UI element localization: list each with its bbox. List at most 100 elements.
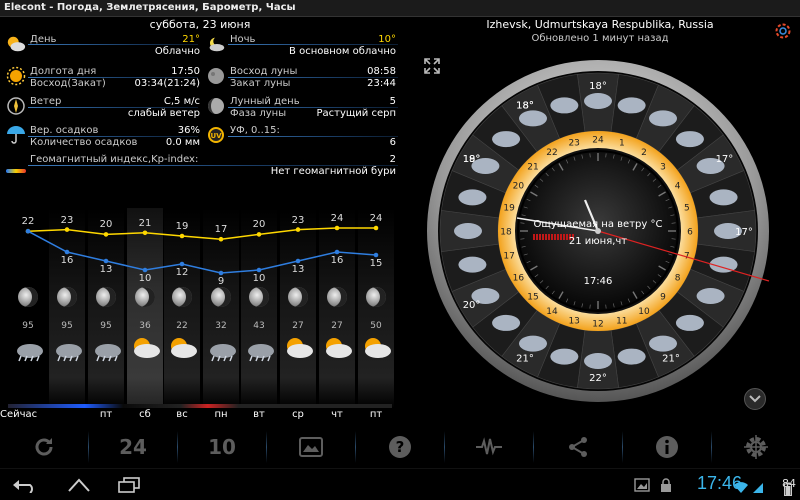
storm-cloud-icon	[519, 110, 547, 127]
refresh-icon	[35, 437, 53, 455]
high-temp-label: 19	[175, 221, 189, 232]
dial-hour-label: 19	[503, 204, 515, 214]
info-icon	[656, 435, 678, 458]
low-temp-line-point	[334, 249, 340, 255]
svg-text:UV: UV	[210, 132, 222, 140]
dial-outer-temp: 18°	[516, 101, 534, 112]
moon-phase-icon	[57, 287, 77, 307]
daylength-label: Долгота дня	[30, 66, 97, 77]
share-button[interactable]	[534, 425, 622, 468]
gallery-notification-icon[interactable]	[630, 473, 654, 497]
daylength-value: 17:50	[171, 66, 200, 77]
moonset-label: Закат луны	[230, 78, 291, 89]
uv-icon: UV	[206, 125, 226, 145]
precip-prob-value: 36%	[177, 125, 200, 136]
precip-percent: 43	[253, 321, 265, 331]
moon-phase-icon	[206, 96, 226, 116]
low-temp-line-point	[103, 258, 109, 264]
high-temp-line-point	[103, 232, 109, 237]
wind-description: слабый ветер	[127, 108, 200, 119]
info-button[interactable]	[623, 425, 711, 468]
precip-percent: 50	[370, 321, 382, 331]
forecast-10d-button[interactable]: 10	[178, 425, 266, 468]
night-cloud-icon	[206, 34, 226, 54]
weather-clock-dial[interactable]: 18°18°18°17°17°21°22°21°20°19°18°24 12345…	[425, 58, 771, 404]
forecast-strip[interactable]: 22 95 Сейчас 23 16 95 20 13 95 пт 21 10 36 сб 19 12 22 вс…	[0, 208, 400, 420]
moon-phase-icon	[211, 287, 231, 307]
low-temp-label: 13	[99, 264, 113, 275]
map-button[interactable]	[267, 425, 355, 468]
bottom-toolbar: 24 10 ?	[0, 425, 800, 468]
dial-hour-label: 24	[592, 136, 604, 146]
precip-amount-value: 0.0 мм	[165, 137, 200, 148]
chevron-down-icon[interactable]	[744, 388, 766, 410]
dial-outer-temp: 19°	[463, 154, 481, 165]
high-temp-label: 20	[252, 219, 266, 231]
forecast-day-label: чт	[331, 409, 343, 420]
seismograph-icon	[476, 436, 502, 455]
wind-label: Ветер	[30, 96, 62, 107]
sun-cloud-icon	[359, 336, 393, 362]
divider	[28, 77, 198, 78]
storm-cloud-icon	[519, 335, 547, 352]
moon-phase-icon	[366, 287, 386, 307]
dial-center-label: Ощущаемая на ветру °C	[533, 219, 663, 230]
night-condition: В основном облачно	[289, 46, 396, 57]
help-button[interactable]: ?	[356, 425, 444, 468]
storm-cloud-icon	[709, 189, 738, 206]
high-temp-label: 24	[330, 213, 344, 224]
earthquake-button[interactable]	[445, 425, 533, 468]
high-temp-label: 20	[99, 219, 113, 231]
dial-hour-label: 3	[660, 162, 666, 172]
moonphase-label: Фаза луны	[230, 108, 287, 119]
lock-notification-icon[interactable]	[656, 473, 676, 497]
dial-outer-temp: 22°	[589, 373, 607, 384]
moonday-value: 5	[389, 96, 396, 107]
settings-button[interactable]	[712, 425, 800, 468]
geomagnetic-icon	[6, 164, 26, 178]
moonrise-value: 08:58	[367, 66, 396, 77]
storm-cloud-icon	[89, 336, 123, 362]
moon-phase-icon	[288, 287, 308, 307]
storm-cloud-icon	[675, 131, 704, 148]
settings-spinner-icon[interactable]	[774, 22, 792, 40]
low-temp-line-point	[373, 252, 379, 258]
precip-percent: 27	[331, 321, 343, 331]
high-temp-line-point	[334, 225, 340, 231]
divider	[228, 44, 398, 45]
dial-hour-label: 4	[675, 182, 681, 192]
help-icon: ?	[389, 435, 411, 458]
high-temp-line-point	[179, 233, 185, 239]
forecast-day-label: пт	[369, 409, 383, 420]
low-temp-line-point	[218, 270, 224, 276]
sun-cloud-icon	[128, 336, 162, 362]
sunrise-value: 03:34(21:24)	[134, 78, 200, 89]
location-name: Izhevsk, Udmurtskaya Respublika, Russia	[486, 18, 714, 31]
timeline-bar	[8, 404, 392, 408]
high-temp-line-point	[64, 227, 70, 232]
low-temp-line-point	[179, 261, 185, 267]
uv-value: 6	[389, 137, 396, 148]
geomagnetic-description: Нет геомагнитной бури	[270, 166, 396, 177]
window-title: Elecont - Погода, Землетрясения, Баромет…	[4, 2, 296, 13]
forecast-24h-button[interactable]: 24	[89, 425, 177, 468]
high-temp-line-point	[142, 230, 148, 236]
recent-apps-icon	[118, 477, 140, 493]
recent-apps-button[interactable]	[114, 473, 144, 497]
dial-hour-label: 14	[546, 307, 558, 317]
dial-outer-temp: 21°	[516, 353, 534, 364]
moonday-label: Лунный день	[230, 96, 300, 107]
forecast-day-label: пт	[99, 409, 113, 420]
precip-percent: 32	[215, 321, 227, 331]
sun-cloud-icon	[165, 336, 199, 362]
uv-label: УФ, 0..15:	[230, 125, 280, 136]
refresh-button[interactable]	[0, 425, 88, 468]
home-button[interactable]	[64, 473, 94, 497]
high-temp-label: 17	[214, 224, 228, 236]
moon-phase-icon	[96, 287, 116, 307]
storm-cloud-icon	[584, 93, 612, 109]
back-button[interactable]	[10, 473, 40, 497]
moon-phase-icon	[135, 287, 155, 307]
storm-cloud-icon	[649, 110, 677, 127]
high-temp-line	[27, 227, 376, 240]
